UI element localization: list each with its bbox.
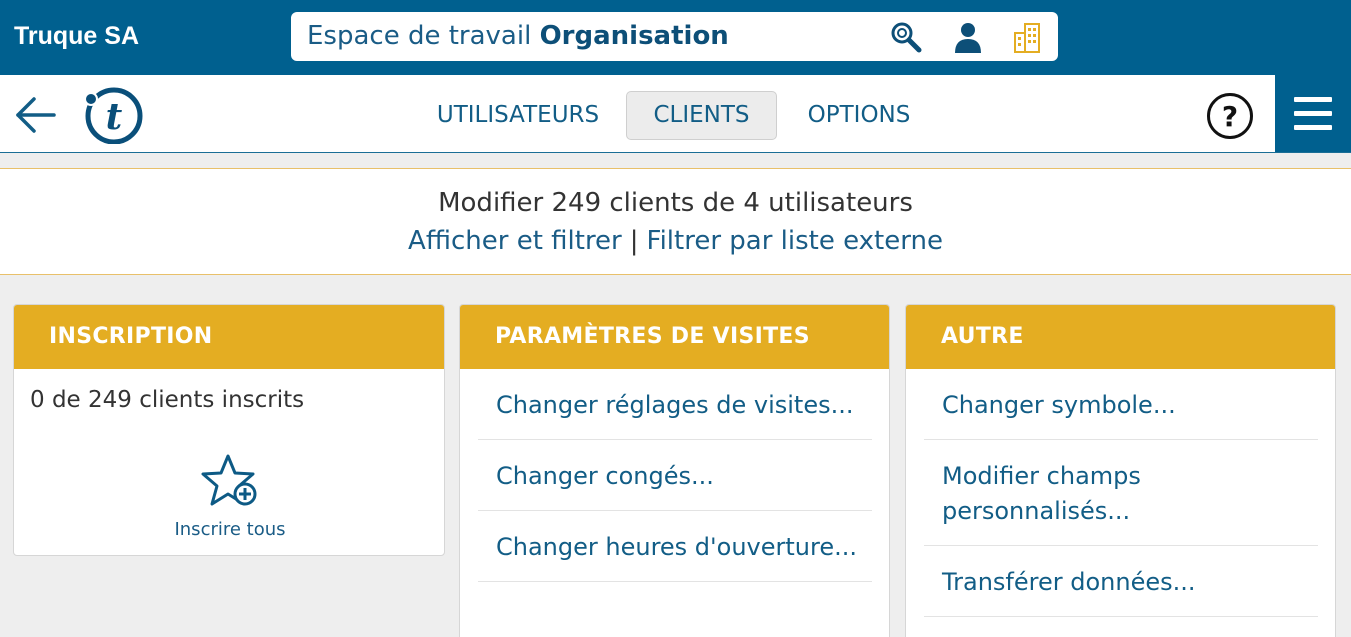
user-icon[interactable] (951, 20, 985, 54)
workspace-selector[interactable]: Espace de travail Organisation (291, 12, 1058, 61)
card-title: INSCRIPTION (14, 305, 444, 369)
change-holidays-link[interactable]: Changer congés... (478, 440, 872, 511)
summary-panel: Modifier 249 clients de 4 utilisateurs A… (0, 168, 1351, 275)
enrolled-count: 0 de 249 clients inscrits (30, 387, 305, 413)
edit-custom-fields-link[interactable]: Modifier champs personnalisés... (924, 440, 1318, 546)
other-card: AUTRE Changer symbole... Modifier champs… (905, 304, 1336, 637)
other-action-list: Changer symbole... Modifier champs perso… (924, 369, 1318, 617)
link-separator: | (629, 226, 639, 256)
card-title: AUTRE (906, 305, 1335, 369)
menu-bar-icon (1294, 97, 1332, 102)
inscription-card: INSCRIPTION 0 de 249 clients inscrits In… (13, 304, 445, 556)
change-visit-settings-link[interactable]: Changer réglages de visites... (478, 369, 872, 440)
top-bar: Truque SA Espace de travail Organisation (0, 0, 1351, 75)
external-filter-link[interactable]: Filtrer par liste externe (647, 226, 943, 256)
svg-text:?: ? (1222, 100, 1238, 133)
help-icon[interactable]: ? (1206, 92, 1254, 140)
svg-text:t: t (106, 96, 123, 138)
transfer-data-link[interactable]: Transférer données... (924, 546, 1318, 617)
workspace-label: Espace de travail Organisation (307, 21, 729, 51)
visits-action-list: Changer réglages de visites... Changer c… (478, 369, 872, 582)
menu-button[interactable] (1275, 75, 1351, 152)
tab-options[interactable]: OPTIONS (796, 91, 922, 140)
workspace-name: Organisation (539, 21, 729, 51)
building-icon[interactable] (1011, 20, 1045, 54)
card-title: PARAMÈTRES DE VISITES (460, 305, 889, 369)
summary-title: Modifier 249 clients de 4 utilisateurs (438, 188, 913, 218)
change-opening-hours-link[interactable]: Changer heures d'ouverture... (478, 511, 872, 582)
workspace-prefix: Espace de travail (307, 21, 540, 51)
nav-bar: t UTILISATEURS CLIENTS OPTIONS ? (0, 75, 1351, 153)
change-symbol-link[interactable]: Changer symbole... (924, 369, 1318, 440)
visits-card: PARAMÈTRES DE VISITES Changer réglages d… (459, 304, 890, 637)
tab-clients[interactable]: CLIENTS (626, 91, 777, 140)
star-add-icon[interactable] (200, 453, 260, 509)
summary-links: Afficher et filtrer | Filtrer par liste ex… (0, 226, 1351, 256)
tab-utilisateurs[interactable]: UTILISATEURS (432, 91, 604, 140)
show-filter-link[interactable]: Afficher et filtrer (408, 226, 622, 256)
company-name: Truque SA (14, 22, 140, 50)
menu-bar-icon (1294, 111, 1332, 116)
app-logo-icon: t (84, 87, 143, 144)
back-arrow-icon[interactable] (14, 95, 58, 135)
menu-bar-icon (1294, 125, 1332, 130)
enroll-all-button[interactable]: Inscrire tous (14, 519, 444, 540)
search-icon[interactable] (889, 20, 923, 54)
